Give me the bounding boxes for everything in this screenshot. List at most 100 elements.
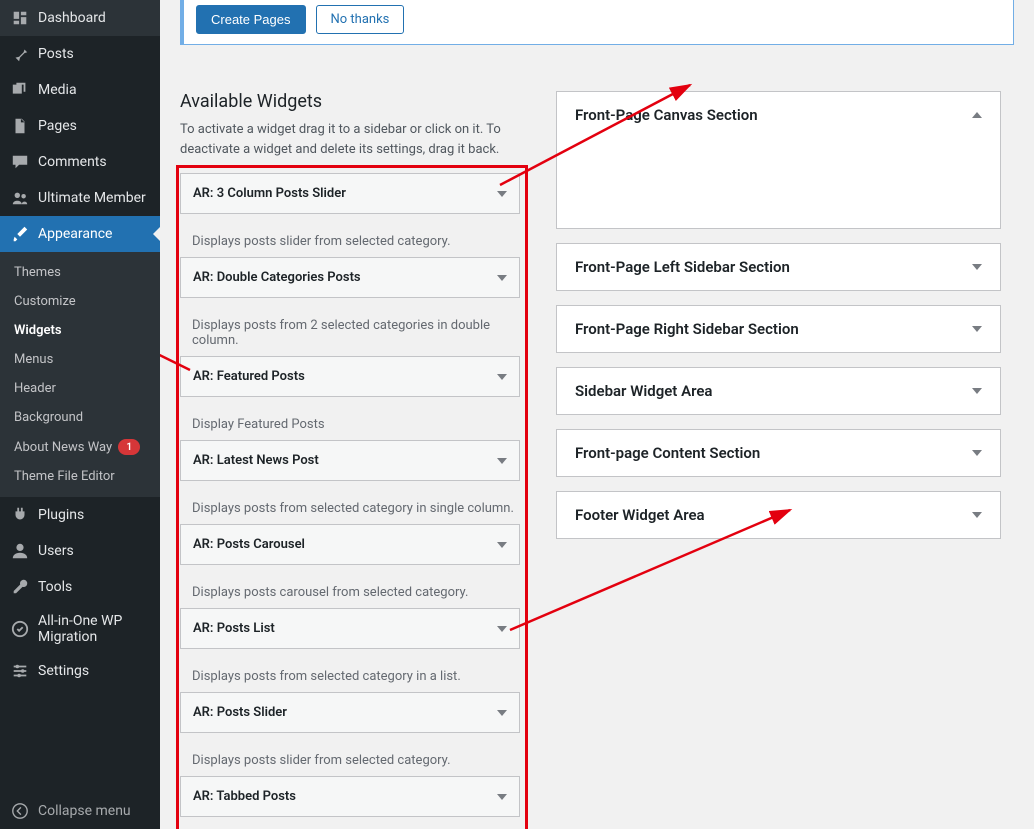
available-widgets-column: Available Widgets To activate a widget d… xyxy=(180,65,520,829)
menu-appearance[interactable]: Appearance xyxy=(0,216,160,252)
chevron-down-icon[interactable] xyxy=(497,275,507,281)
menu-label: Tools xyxy=(38,579,72,595)
chevron-down-icon[interactable] xyxy=(972,264,982,270)
dashboard-icon xyxy=(10,8,30,28)
chevron-down-icon[interactable] xyxy=(497,626,507,632)
widget-template[interactable]: AR: Posts Carousel xyxy=(180,524,520,565)
menu-label: Users xyxy=(38,543,74,559)
widget-template[interactable]: AR: 3 Column Posts Slider xyxy=(180,173,520,214)
sidebar-area: Sidebar Widget Area xyxy=(556,367,1001,415)
sidebar-area-header[interactable]: Front-Page Canvas Section xyxy=(557,92,1000,138)
sidebar-area-title: Footer Widget Area xyxy=(575,506,705,524)
submenu-customize[interactable]: Customize xyxy=(0,287,160,316)
chevron-down-icon[interactable] xyxy=(972,512,982,518)
submenu-themes[interactable]: Themes xyxy=(0,258,160,287)
sidebar-area-title: Sidebar Widget Area xyxy=(575,382,712,400)
content-area: Create Pages No thanks Available Widgets… xyxy=(160,0,1034,829)
menu-label: Settings xyxy=(38,663,89,679)
chevron-down-icon[interactable] xyxy=(972,326,982,332)
chevron-down-icon[interactable] xyxy=(497,374,507,380)
sidebar-area-header[interactable]: Front-page Content Section xyxy=(557,430,1000,476)
create-pages-button[interactable]: Create Pages xyxy=(196,5,306,34)
sidebar-area-title: Front-Page Left Sidebar Section xyxy=(575,258,790,276)
user-icon xyxy=(10,541,30,561)
submenu-menus[interactable]: Menus xyxy=(0,345,160,374)
widget-template[interactable]: AR: Tabbed Posts xyxy=(180,776,520,817)
menu-collapse[interactable]: Collapse menu xyxy=(0,793,160,829)
menu-label: Appearance xyxy=(38,226,112,242)
migration-icon xyxy=(10,619,30,639)
menu-users[interactable]: Users xyxy=(0,533,160,569)
sidebar-area-body[interactable] xyxy=(557,138,1000,228)
menu-aio-migration[interactable]: All-in-One WP Migration xyxy=(0,605,160,653)
submenu-editor[interactable]: Theme File Editor xyxy=(0,462,160,491)
sidebar-area: Footer Widget Area xyxy=(556,491,1001,539)
collapse-icon xyxy=(10,801,30,821)
sidebar-area-header[interactable]: Sidebar Widget Area xyxy=(557,368,1000,414)
available-widgets-heading: Available Widgets xyxy=(180,91,520,112)
page-icon xyxy=(10,116,30,136)
chevron-down-icon[interactable] xyxy=(497,542,507,548)
widget-template[interactable]: AR: Latest News Post xyxy=(180,440,520,481)
widget-template[interactable]: AR: Posts List xyxy=(180,608,520,649)
sliders-icon xyxy=(10,661,30,681)
widget-title: AR: Posts Slider xyxy=(193,705,287,720)
chevron-down-icon[interactable] xyxy=(972,388,982,394)
widget-template[interactable]: AR: Posts Slider xyxy=(180,692,520,733)
menu-label: Plugins xyxy=(38,507,84,523)
pin-icon xyxy=(10,44,30,64)
widget-title: AR: Featured Posts xyxy=(193,369,305,384)
chevron-down-icon[interactable] xyxy=(497,191,507,197)
menu-label: Dashboard xyxy=(38,10,106,26)
menu-dashboard[interactable]: Dashboard xyxy=(0,0,160,36)
menu-ultimate-member[interactable]: Ultimate Member xyxy=(0,180,160,216)
menu-label: Pages xyxy=(38,118,77,134)
comment-icon xyxy=(10,152,30,172)
sidebar-area: Front-Page Left Sidebar Section xyxy=(556,243,1001,291)
widget-template[interactable]: AR: Featured Posts xyxy=(180,356,520,397)
sidebar-area-title: Front-Page Canvas Section xyxy=(575,106,758,124)
update-badge: 1 xyxy=(118,439,140,455)
submenu-header[interactable]: Header xyxy=(0,374,160,403)
no-thanks-button[interactable]: No thanks xyxy=(316,5,405,34)
chevron-down-icon[interactable] xyxy=(497,710,507,716)
menu-pages[interactable]: Pages xyxy=(0,108,160,144)
widget-template[interactable]: AR: Double Categories Posts xyxy=(180,257,520,298)
widget-title: AR: 3 Column Posts Slider xyxy=(193,186,346,201)
user-group-icon xyxy=(10,188,30,208)
menu-label: Collapse menu xyxy=(38,803,131,819)
menu-label: Media xyxy=(38,82,77,98)
menu-settings[interactable]: Settings xyxy=(0,653,160,689)
menu-comments[interactable]: Comments xyxy=(0,144,160,180)
media-icon xyxy=(10,80,30,100)
widget-title: AR: Posts Carousel xyxy=(193,537,305,552)
menu-media[interactable]: Media xyxy=(0,72,160,108)
widget-description: Displays posts carousel from selected ca… xyxy=(180,575,520,608)
widget-title: AR: Posts List xyxy=(193,621,275,636)
menu-label: Ultimate Member xyxy=(38,190,146,206)
sidebar-area-header[interactable]: Front-Page Right Sidebar Section xyxy=(557,306,1000,352)
chevron-down-icon[interactable] xyxy=(972,450,982,456)
menu-label: All-in-One WP Migration xyxy=(38,613,150,645)
chevron-down-icon[interactable] xyxy=(497,458,507,464)
chevron-up-icon[interactable] xyxy=(972,112,982,118)
widget-description: Displays posts slider from selected cate… xyxy=(180,743,520,776)
sidebar-area-header[interactable]: Footer Widget Area xyxy=(557,492,1000,538)
menu-posts[interactable]: Posts xyxy=(0,36,160,72)
plug-icon xyxy=(10,505,30,525)
chevron-down-icon[interactable] xyxy=(497,794,507,800)
menu-tools[interactable]: Tools xyxy=(0,569,160,605)
sidebar-area-header[interactable]: Front-Page Left Sidebar Section xyxy=(557,244,1000,290)
submenu-background[interactable]: Background xyxy=(0,403,160,432)
submenu-widgets[interactable]: Widgets xyxy=(0,316,160,345)
wrench-icon xyxy=(10,577,30,597)
widget-description: Display Featured Posts xyxy=(180,407,520,440)
sidebar-area-title: Front-Page Right Sidebar Section xyxy=(575,320,799,338)
widget-description: Displays posts from selected category in… xyxy=(180,491,520,524)
sidebar-area: Front-Page Right Sidebar Section xyxy=(556,305,1001,353)
sidebar-area: Front-Page Canvas Section xyxy=(556,91,1001,229)
submenu-about[interactable]: About News Way 1 xyxy=(0,432,160,462)
widget-description: Displays posts from 2 selected categorie… xyxy=(180,308,520,356)
menu-plugins[interactable]: Plugins xyxy=(0,497,160,533)
appearance-submenu: Themes Customize Widgets Menus Header Ba… xyxy=(0,252,160,497)
